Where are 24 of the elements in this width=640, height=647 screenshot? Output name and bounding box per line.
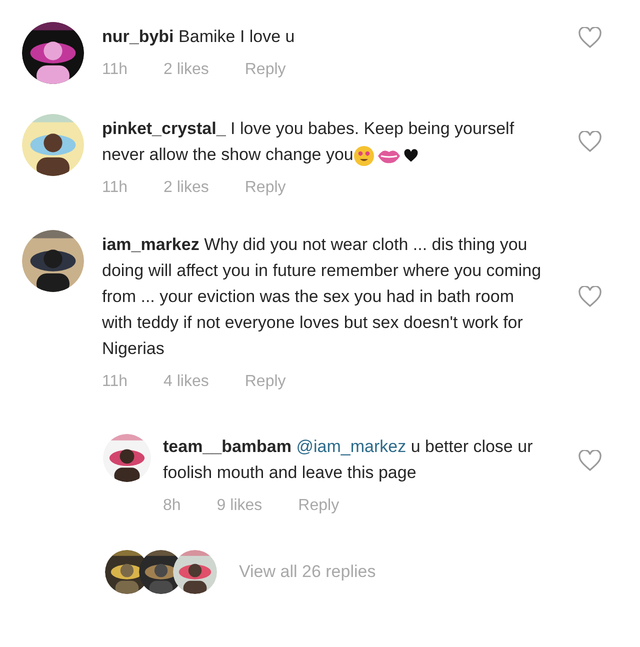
comment-text: nur_bybi Bamike I love u (102, 26, 296, 48)
heart-icon[interactable] (578, 131, 602, 153)
comment-time: 8h (163, 496, 181, 516)
comment-text: pinket_crystal_ I love you babes. Keep being yourself never allow the show change you (102, 116, 542, 168)
comment-time: 11h (102, 60, 128, 80)
reply-text: team__bambam @iam_markez u better close ur foolish mouth and leave this page (163, 436, 534, 484)
like-count[interactable]: 9 likes (216, 494, 262, 518)
reply-button[interactable]: Reply (244, 370, 286, 394)
like-count[interactable]: 4 likes (164, 370, 209, 394)
like-count[interactable]: 2 likes (164, 58, 209, 82)
like-count[interactable]: 2 likes (164, 176, 209, 200)
heart-eyes-emoji-icon (353, 144, 376, 167)
heart-icon[interactable] (578, 27, 602, 49)
comment-time: 11h (102, 178, 128, 198)
comment-time: 11h (102, 372, 128, 392)
comment-text: iam_markez Why did you not wear cloth ... dis thing you doing will affect you in future remember where you coming from ... your eviction was the sex you had in bath room with teddy if not everyone loves but sex doesn't work for Nigerias (102, 234, 542, 360)
heart-icon[interactable] (578, 286, 602, 308)
reply-button[interactable]: Reply (298, 494, 340, 518)
reply-button[interactable]: Reply (244, 58, 286, 82)
heart-icon[interactable] (578, 450, 602, 472)
heart-emoji-icon (403, 148, 420, 163)
view-replies-link[interactable]: View all 26 replies (239, 559, 376, 585)
mention-link[interactable]: @iam_markez (296, 437, 406, 456)
reply-button[interactable]: Reply (244, 176, 286, 200)
